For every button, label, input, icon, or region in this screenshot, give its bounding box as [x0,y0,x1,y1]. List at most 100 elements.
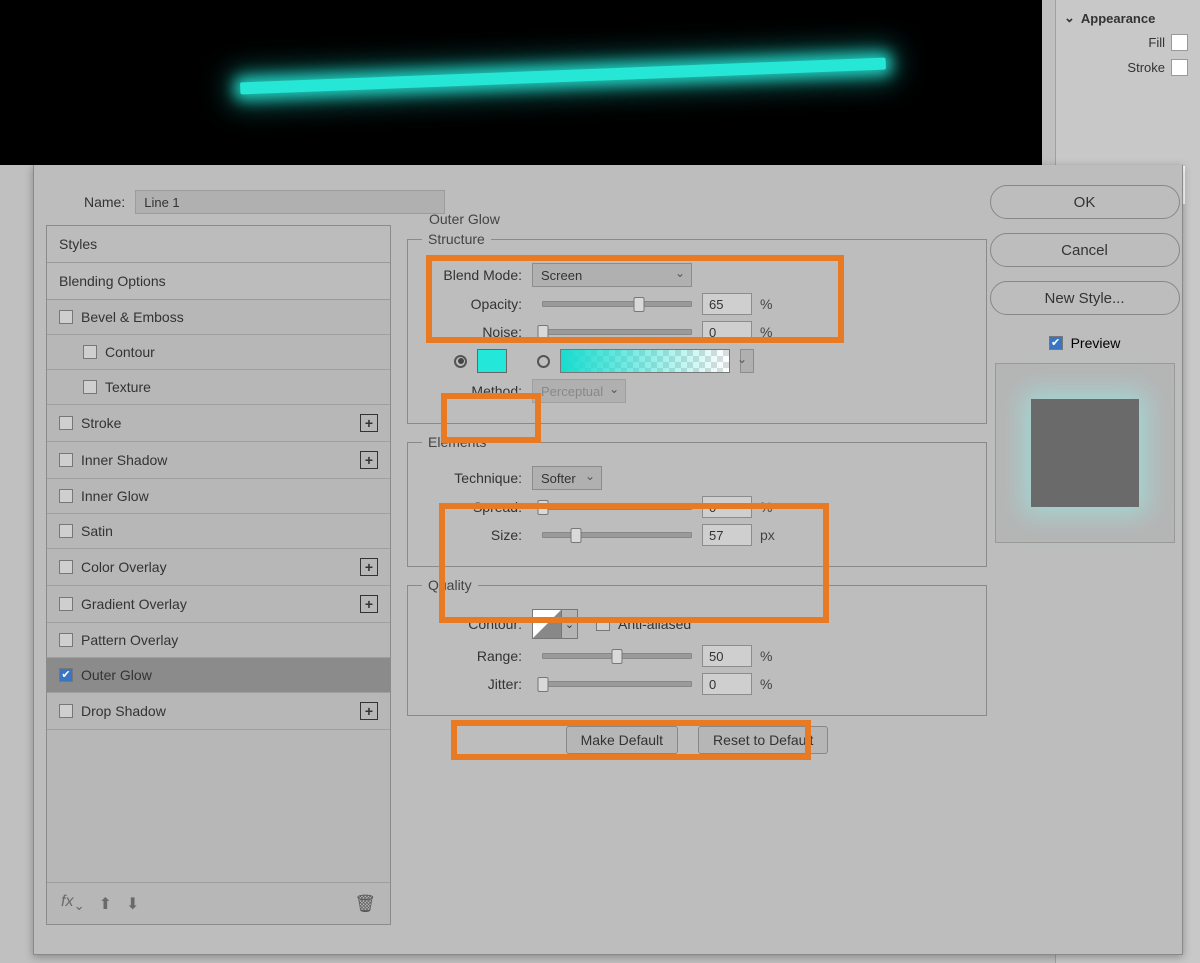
effect-checkbox[interactable] [83,345,97,359]
effect-checkbox[interactable] [59,524,73,538]
chevron-down-icon: ⌄ [1064,10,1075,26]
jitter-input[interactable] [702,673,752,695]
make-default-button[interactable]: Make Default [566,726,678,754]
effect-row-contour[interactable]: Contour [47,335,390,370]
effect-label: Contour [105,344,155,360]
effect-row-satin[interactable]: Satin [47,514,390,549]
effect-row-texture[interactable]: Texture [47,370,390,405]
add-effect-icon[interactable]: + [360,414,378,432]
preview-checkbox[interactable] [1049,336,1063,350]
range-unit: % [760,648,772,664]
method-label: Method: [422,383,522,399]
opacity-slider[interactable] [542,301,692,307]
size-slider[interactable] [542,532,692,538]
solid-color-radio[interactable] [454,355,467,368]
add-effect-icon[interactable]: + [360,451,378,469]
quality-group: Quality Contour: ⌄ Anti-aliased Range: %… [407,577,987,716]
stroke-swatch[interactable] [1171,59,1188,76]
effect-label: Inner Shadow [81,452,167,468]
add-effect-icon[interactable]: + [360,702,378,720]
stroke-row[interactable]: Stroke [1056,55,1200,80]
move-up-icon[interactable]: ⬆ [99,894,112,914]
effect-row-drop-shadow[interactable]: Drop Shadow+ [47,693,390,730]
antialiased-checkbox[interactable] [596,617,610,631]
preview-toggle[interactable]: Preview [1049,335,1121,351]
noise-row: Noise: % [422,321,972,343]
effect-checkbox[interactable] [83,380,97,394]
effect-row-inner-glow[interactable]: Inner Glow [47,479,390,514]
fx-menu-icon[interactable]: fx⌄ [61,893,85,914]
spread-label: Spread: [422,499,522,515]
appearance-accordion[interactable]: ⌄ Appearance [1056,6,1200,30]
effect-row-outer-glow[interactable]: Outer Glow [47,658,390,693]
opacity-input[interactable] [702,293,752,315]
spread-unit: % [760,499,772,515]
technique-row: Technique: Softer [422,466,972,490]
appearance-label: Appearance [1081,11,1155,26]
effect-checkbox[interactable] [59,416,73,430]
effect-checkbox[interactable] [59,310,73,324]
effect-label: Bevel & Emboss [81,309,184,325]
opacity-row: Opacity: % [422,293,972,315]
technique-dropdown[interactable]: Softer [532,466,602,490]
fill-row[interactable]: Fill [1056,30,1200,55]
add-effect-icon[interactable]: + [360,558,378,576]
jitter-slider[interactable] [542,681,692,687]
effect-row-pattern-overlay[interactable]: Pattern Overlay [47,623,390,658]
canvas-area [0,0,1042,165]
effect-checkbox[interactable] [59,453,73,467]
method-dropdown: Perceptual [532,379,626,403]
contour-sample[interactable] [532,609,562,639]
blending-options-header[interactable]: Blending Options [47,263,390,300]
effect-row-color-overlay[interactable]: Color Overlay+ [47,549,390,586]
cancel-button[interactable]: Cancel [990,233,1180,267]
effect-row-gradient-overlay[interactable]: Gradient Overlay+ [47,586,390,623]
name-input[interactable] [135,190,445,214]
preview-label: Preview [1071,335,1121,351]
range-label: Range: [422,648,522,664]
styles-header[interactable]: Styles [47,226,390,263]
range-slider[interactable] [542,653,692,659]
glow-gradient-swatch[interactable] [560,349,730,373]
effect-checkbox[interactable] [59,633,73,647]
spread-input[interactable] [702,496,752,518]
technique-label: Technique: [422,470,522,486]
spread-slider[interactable] [542,504,692,510]
noise-slider[interactable] [542,329,692,335]
effect-checkbox[interactable] [59,704,73,718]
effect-checkbox[interactable] [59,668,73,682]
range-input[interactable] [702,645,752,667]
noise-input[interactable] [702,321,752,343]
contour-picker-caret[interactable]: ⌄ [562,609,578,639]
add-effect-icon[interactable]: + [360,595,378,613]
name-row: Name: [84,190,445,214]
fill-swatch[interactable] [1171,34,1188,51]
effect-settings: Outer Glow Structure Blend Mode: Screen … [407,205,987,754]
jitter-row: Jitter: % [422,673,972,695]
method-row: Method: Perceptual [422,379,972,403]
contour-label: Contour: [422,616,522,632]
effect-checkbox[interactable] [59,489,73,503]
opacity-unit: % [760,296,772,312]
gradient-radio[interactable] [537,355,550,368]
blend-mode-dropdown[interactable]: Screen [532,263,692,287]
preview-patch [1031,399,1139,507]
gradient-picker-caret[interactable] [740,349,754,373]
effect-checkbox[interactable] [59,597,73,611]
ok-button[interactable]: OK [990,185,1180,219]
move-down-icon[interactable]: ⬇ [126,894,139,914]
blend-mode-row: Blend Mode: Screen [422,263,972,287]
effect-row-stroke[interactable]: Stroke+ [47,405,390,442]
new-style-button[interactable]: New Style... [990,281,1180,315]
size-input[interactable] [702,524,752,546]
jitter-unit: % [760,676,772,692]
effect-row-inner-shadow[interactable]: Inner Shadow + [47,442,390,479]
reset-default-button[interactable]: Reset to Default [698,726,828,754]
effect-row-bevel-emboss[interactable]: Bevel & Emboss [47,300,390,335]
glow-color-swatch[interactable] [477,349,507,373]
effect-checkbox[interactable] [59,560,73,574]
trash-icon[interactable]: 🗑 [354,894,376,914]
effect-label: Outer Glow [81,667,152,683]
fill-label: Fill [1120,35,1165,50]
effects-panel: Styles Blending Options Bevel & Emboss Co… [46,225,391,925]
